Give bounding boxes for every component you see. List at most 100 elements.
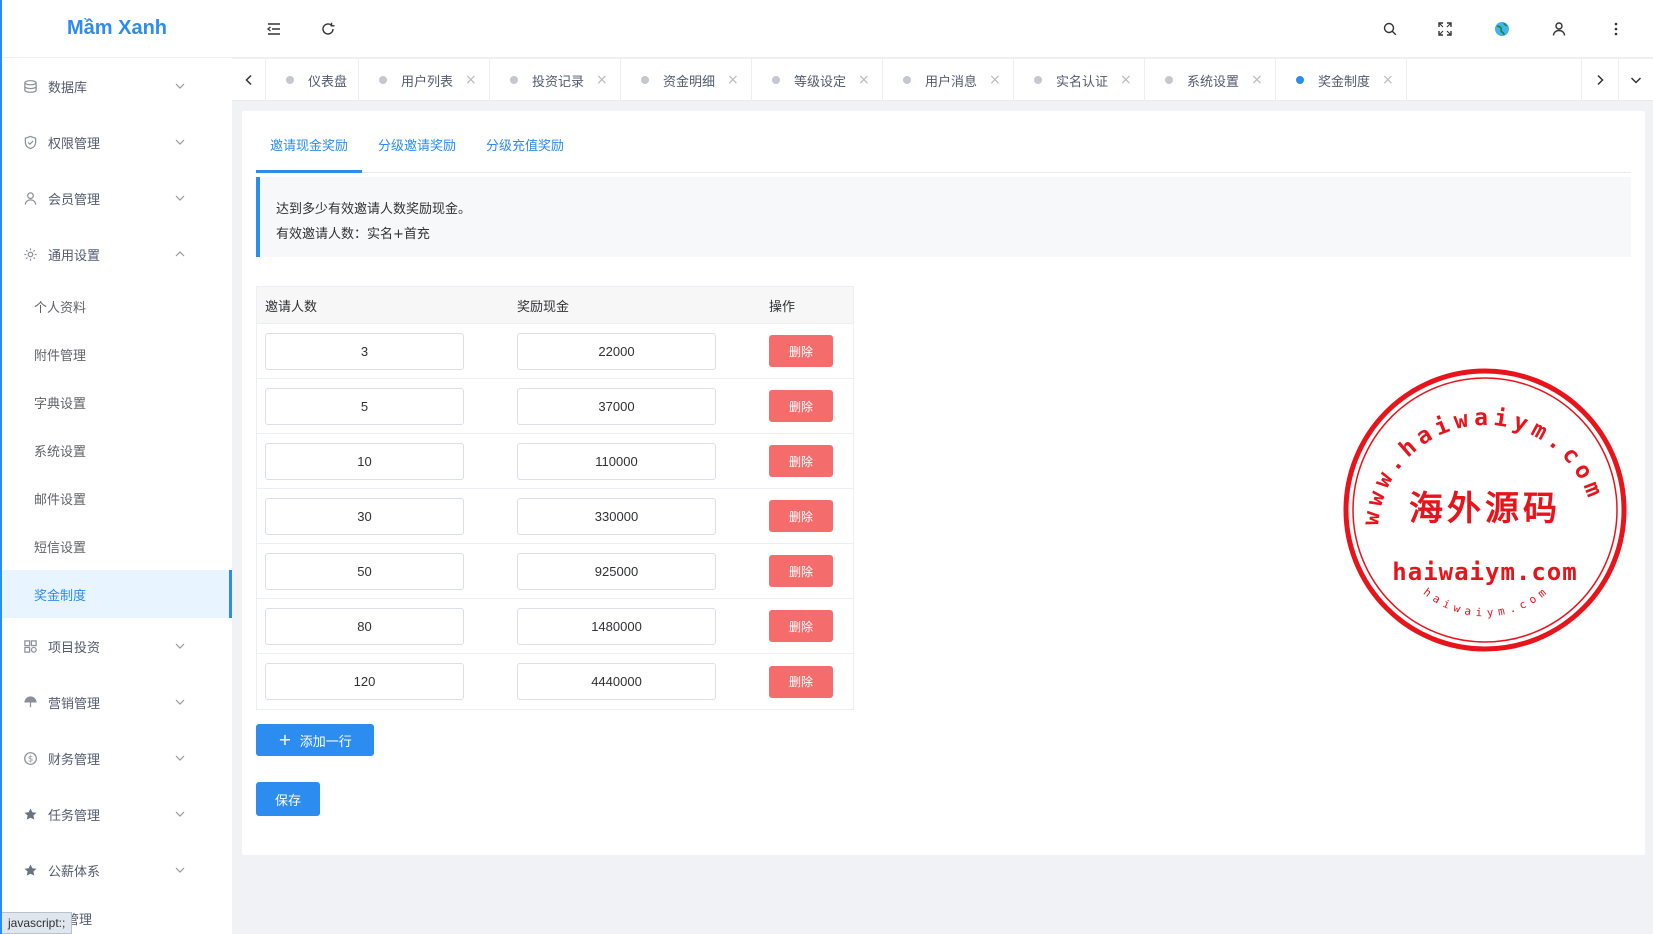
subtab-tiered-recharge-reward[interactable]: 分级充值奖励 xyxy=(486,121,564,173)
tab-user-messages[interactable]: 用户消息 × xyxy=(883,59,1014,101)
cash-input[interactable]: 4440000 xyxy=(517,663,716,700)
invites-input[interactable]: 10 xyxy=(265,442,464,480)
cash-input[interactable]: 37000 xyxy=(517,387,716,425)
tab-label: 投资记录 xyxy=(532,74,585,90)
tabs-scroll-right-icon[interactable] xyxy=(1581,59,1619,101)
invites-input[interactable]: 80 xyxy=(265,607,464,645)
tabs-scroll-left-icon[interactable] xyxy=(232,59,266,101)
subtab-tiered-invite-reward[interactable]: 分级邀请奖励 xyxy=(378,121,456,173)
add-row-label: 添加一行 xyxy=(299,734,352,750)
tab-real-name-auth[interactable]: 实名认证 × xyxy=(1014,59,1145,101)
cash-input[interactable]: 110000 xyxy=(517,442,716,480)
menu-label: 公薪体系 xyxy=(48,864,101,880)
menu-item-permissions[interactable]: 权限管理 xyxy=(2,114,232,170)
delete-button[interactable]: 删除 xyxy=(769,555,833,587)
reward-table: 邀请人数 奖励现金 操作 3 22000 删除 5 37000 删除 10 11… xyxy=(256,286,854,710)
tab-user-list[interactable]: 用户列表 × xyxy=(359,59,490,101)
refresh-icon[interactable] xyxy=(318,19,338,39)
tab-dot-active xyxy=(1296,76,1304,84)
tab-close-icon[interactable]: × xyxy=(1251,72,1263,88)
invites-input[interactable]: 5 xyxy=(265,387,464,425)
tab-investment-records[interactable]: 投资记录 × xyxy=(490,59,621,101)
menu-item-finance[interactable]: $ 财务管理 xyxy=(2,730,232,786)
tab-close-icon[interactable]: × xyxy=(1382,72,1394,88)
tabs-bar: 仪表盘 用户列表 × 投资记录 × 资金明细 × 等级设定 × 用户消息 × 实… xyxy=(232,59,1653,101)
menu-item-general-settings[interactable]: 通用设置 xyxy=(2,226,232,282)
menu-label: 任务管理 xyxy=(48,808,101,824)
menu-item-database[interactable]: 数据库 xyxy=(2,58,232,114)
submenu-item-sms-settings[interactable]: 短信设置 xyxy=(2,522,232,570)
sub-tabs: 邀请现金奖励 分级邀请奖励 分级充值奖励 xyxy=(256,121,1631,173)
menu-label: 通用设置 xyxy=(48,248,101,264)
tab-label: 系统设置 xyxy=(1187,74,1240,90)
chevron-down-icon xyxy=(175,195,185,201)
sidebar: Mầm Xanh 数据库 权限管理 会员管理 通用设置 个人资料 附件管理 字典… xyxy=(0,0,232,934)
invites-input[interactable]: 50 xyxy=(265,552,464,590)
submenu-item-bonus-system[interactable]: 奖金制度 xyxy=(2,570,232,618)
tab-close-icon[interactable]: × xyxy=(465,72,477,88)
tab-level-settings[interactable]: 等级设定 × xyxy=(752,59,883,101)
menu-fold-icon[interactable] xyxy=(264,19,284,39)
menu-item-members[interactable]: 会员管理 xyxy=(2,170,232,226)
menu-item-tasks[interactable]: 任务管理 xyxy=(2,786,232,842)
star-icon xyxy=(22,806,38,822)
delete-button[interactable]: 删除 xyxy=(769,610,833,642)
cash-input[interactable]: 1480000 xyxy=(517,607,716,645)
svg-text:haiwaiym.com: haiwaiym.com xyxy=(1421,583,1553,620)
tab-label: 实名认证 xyxy=(1056,74,1109,90)
submenu-item-attachments[interactable]: 附件管理 xyxy=(2,330,232,378)
app-logo: Mầm Xanh xyxy=(2,0,232,58)
more-icon[interactable] xyxy=(1606,19,1626,39)
invites-input[interactable]: 3 xyxy=(265,332,464,370)
tab-dot xyxy=(1165,76,1173,84)
tab-dashboard[interactable]: 仪表盘 xyxy=(266,59,359,101)
tab-dot xyxy=(1034,76,1042,84)
table-row: 10 110000 删除 xyxy=(257,434,853,489)
star-icon xyxy=(22,862,38,878)
invites-input[interactable]: 120 xyxy=(265,663,464,700)
fullscreen-icon[interactable] xyxy=(1435,19,1455,39)
menu-label: 项目投资 xyxy=(48,640,101,656)
submenu-item-dictionary[interactable]: 字典设置 xyxy=(2,378,232,426)
tab-close-icon[interactable]: × xyxy=(596,72,608,88)
table-row: 80 1480000 删除 xyxy=(257,599,853,654)
cash-input[interactable]: 22000 xyxy=(517,332,716,370)
submenu-item-profile[interactable]: 个人资料 xyxy=(2,282,232,330)
tab-close-icon[interactable]: × xyxy=(989,72,1001,88)
search-icon[interactable] xyxy=(1380,19,1400,39)
globe-icon[interactable] xyxy=(1492,19,1512,39)
tab-label: 用户消息 xyxy=(925,74,978,90)
menu-label: 财务管理 xyxy=(48,752,101,768)
tab-close-icon[interactable]: × xyxy=(727,72,739,88)
subtab-invite-cash-reward[interactable]: 邀请现金奖励 xyxy=(256,121,363,173)
menu-item-salary-system[interactable]: 公薪体系 xyxy=(2,842,232,898)
tabs-dropdown-icon[interactable] xyxy=(1619,59,1653,101)
cash-input[interactable]: 330000 xyxy=(517,497,716,535)
table-row: 3 22000 删除 xyxy=(257,324,853,379)
tab-close-icon[interactable]: × xyxy=(858,72,870,88)
delete-button[interactable]: 删除 xyxy=(769,500,833,532)
invites-input[interactable]: 30 xyxy=(265,497,464,535)
delete-button[interactable]: 删除 xyxy=(769,335,833,367)
delete-button[interactable]: 删除 xyxy=(769,445,833,477)
stamp-arc-bottom: haiwaiym.com xyxy=(1421,583,1548,620)
add-row-button[interactable]: + 添加一行 xyxy=(256,724,374,756)
shield-icon xyxy=(22,134,38,150)
menu-item-marketing[interactable]: 营销管理 xyxy=(2,674,232,730)
database-icon xyxy=(22,78,38,94)
user-icon[interactable] xyxy=(1549,19,1569,39)
tab-system-settings[interactable]: 系统设置 × xyxy=(1145,59,1276,101)
menu-item-investment[interactable]: 项目投资 xyxy=(2,618,232,674)
tab-fund-details[interactable]: 资金明细 × xyxy=(621,59,752,101)
cash-input[interactable]: 925000 xyxy=(517,552,716,590)
delete-button[interactable]: 删除 xyxy=(769,665,833,698)
tab-bonus-system[interactable]: 奖金制度 × xyxy=(1276,59,1407,101)
save-button[interactable]: 保存 xyxy=(256,782,320,816)
delete-button[interactable]: 删除 xyxy=(769,390,833,422)
tab-dot xyxy=(286,76,294,84)
browser-status-bar: javascript:; xyxy=(2,912,73,934)
tab-close-icon[interactable]: × xyxy=(1120,72,1132,88)
submenu-item-system-settings[interactable]: 系统设置 xyxy=(2,426,232,474)
dollar-icon: $ xyxy=(22,750,38,766)
submenu-item-mail-settings[interactable]: 邮件设置 xyxy=(2,474,232,522)
